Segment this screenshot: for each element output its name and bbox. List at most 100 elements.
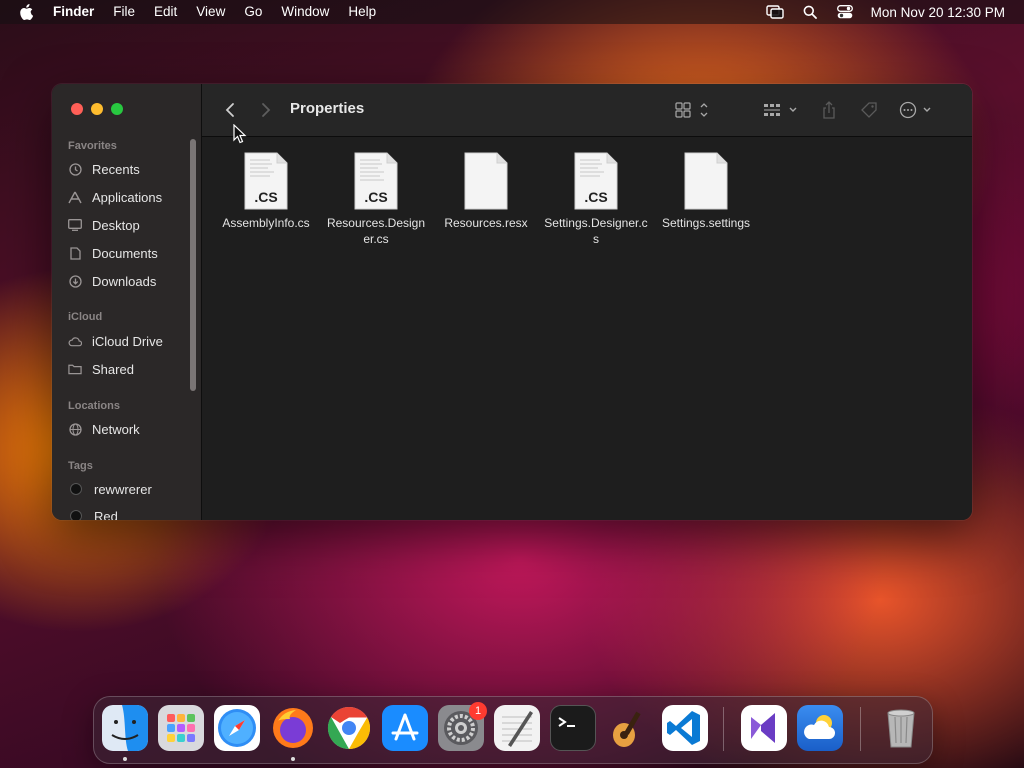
safari-icon bbox=[218, 709, 256, 747]
file-name: AssemblyInfo.cs bbox=[222, 216, 310, 230]
vscode-icon bbox=[667, 711, 700, 745]
dock-launchpad[interactable] bbox=[158, 705, 204, 751]
file-item[interactable]: .CS Settings.Designer.cs bbox=[544, 152, 648, 247]
sidebar-item-shared[interactable]: Shared bbox=[68, 358, 188, 380]
sidebar-item-documents[interactable]: Documents bbox=[68, 242, 188, 264]
menu-edit[interactable]: Edit bbox=[154, 0, 177, 24]
sidebar-item-label: Downloads bbox=[92, 273, 157, 289]
sidebar-item-downloads[interactable]: Downloads bbox=[68, 270, 188, 292]
menu-help[interactable]: Help bbox=[348, 0, 376, 24]
sidebar-item-label: Recents bbox=[92, 161, 140, 177]
dock-visual-studio[interactable] bbox=[741, 705, 787, 751]
clock-icon bbox=[68, 162, 82, 176]
globe-icon bbox=[68, 422, 82, 436]
dock-textedit[interactable] bbox=[494, 705, 540, 751]
firefox-icon bbox=[273, 708, 313, 748]
dock-terminal[interactable] bbox=[550, 705, 596, 751]
file-extension: .CS bbox=[364, 189, 387, 205]
sidebar-scrollbar[interactable] bbox=[190, 139, 196, 391]
app-store-icon bbox=[391, 713, 419, 741]
forward-chevron-icon[interactable] bbox=[258, 100, 274, 120]
sidebar-item-label: rewwrerer bbox=[94, 481, 152, 497]
desktop-icon bbox=[68, 218, 82, 232]
menu-window[interactable]: Window bbox=[281, 0, 329, 24]
blank-file-icon bbox=[464, 152, 508, 210]
minimize-window-button[interactable] bbox=[91, 103, 103, 115]
sidebar-item-applications[interactable]: Applications bbox=[68, 186, 188, 208]
guitar-icon bbox=[613, 711, 641, 747]
sidebar-item-recents[interactable]: Recents bbox=[68, 158, 188, 180]
finder-window: Favorites Recents Applications Desktop D… bbox=[52, 84, 972, 520]
blank-file-icon bbox=[684, 152, 728, 210]
sidebar-section-icloud: iCloud bbox=[68, 311, 103, 323]
spotlight-search-icon[interactable] bbox=[801, 4, 819, 20]
sidebar-item-label: Desktop bbox=[92, 217, 140, 233]
weather-icon bbox=[804, 715, 835, 739]
chrome-icon bbox=[327, 706, 371, 750]
file-item[interactable]: Settings.settings bbox=[654, 152, 758, 231]
file-name: Settings.Designer.cs bbox=[544, 216, 648, 246]
close-window-button[interactable] bbox=[71, 103, 83, 115]
sidebar-item-desktop[interactable]: Desktop bbox=[68, 214, 188, 236]
dock-app-store[interactable] bbox=[382, 705, 428, 751]
download-icon bbox=[68, 274, 82, 288]
finder-icon bbox=[102, 705, 148, 751]
file-item[interactable]: .CS Resources.Designer.cs bbox=[324, 152, 428, 247]
menu-go[interactable]: Go bbox=[244, 0, 262, 24]
apple-icon[interactable] bbox=[19, 4, 33, 20]
launchpad-icon bbox=[167, 714, 195, 742]
dock-safari[interactable] bbox=[214, 705, 260, 751]
running-indicator bbox=[123, 757, 127, 761]
trash-icon bbox=[887, 709, 915, 748]
more-actions-icon[interactable] bbox=[899, 100, 935, 120]
document-icon bbox=[68, 246, 82, 260]
control-center-icon[interactable] bbox=[836, 4, 854, 20]
mouse-pointer-icon bbox=[233, 124, 247, 144]
sidebar-section-locations: Locations bbox=[68, 400, 120, 412]
cs-file-icon: .CS bbox=[244, 152, 288, 210]
menu-bar: Finder File Edit View Go Window Help Mon… bbox=[0, 0, 1024, 24]
tag-icon[interactable] bbox=[859, 100, 879, 120]
back-chevron-icon[interactable] bbox=[222, 100, 238, 120]
sidebar-section-tags: Tags bbox=[68, 460, 93, 472]
tag-color-dot bbox=[70, 483, 82, 495]
dock-trash[interactable] bbox=[878, 705, 924, 751]
dock-separator bbox=[723, 707, 724, 751]
visual-studio-icon bbox=[751, 713, 775, 743]
shared-folder-icon bbox=[68, 362, 82, 376]
file-item[interactable]: Resources.resx bbox=[434, 152, 538, 231]
menu-bar-clock[interactable]: Mon Nov 20 12:30 PM bbox=[871, 5, 1005, 20]
share-icon[interactable] bbox=[821, 100, 837, 120]
cloud-icon bbox=[68, 334, 82, 348]
sidebar-tag-rewwrerer[interactable]: rewwrerer bbox=[68, 478, 188, 500]
tag-color-dot bbox=[70, 510, 82, 520]
sidebar-item-network[interactable]: Network bbox=[68, 418, 188, 440]
icon-view-icon[interactable] bbox=[675, 100, 711, 120]
menu-finder[interactable]: Finder bbox=[53, 0, 94, 24]
cs-file-icon: .CS bbox=[354, 152, 398, 210]
sidebar-item-label: Applications bbox=[92, 189, 163, 205]
dock-vscode[interactable] bbox=[662, 705, 708, 751]
group-by-icon[interactable] bbox=[763, 100, 801, 120]
textedit-icon bbox=[502, 711, 533, 747]
finder-sidebar: Favorites Recents Applications Desktop D… bbox=[52, 84, 202, 520]
file-item[interactable]: .CS AssemblyInfo.cs bbox=[214, 152, 318, 231]
menu-view[interactable]: View bbox=[196, 0, 225, 24]
zoom-window-button[interactable] bbox=[111, 103, 123, 115]
sidebar-item-icloud-drive[interactable]: iCloud Drive bbox=[68, 330, 188, 352]
sidebar-tag-red[interactable]: Red bbox=[68, 505, 188, 520]
terminal-icon bbox=[558, 717, 575, 727]
file-name: Settings.settings bbox=[661, 216, 751, 230]
menu-file[interactable]: File bbox=[113, 0, 135, 24]
finder-content: Properties .CS AssemblyInfo.cs .CS Resou… bbox=[202, 84, 972, 520]
dock-garageband[interactable] bbox=[606, 705, 652, 751]
window-title: Properties bbox=[290, 100, 365, 117]
applications-icon bbox=[68, 190, 82, 204]
dock-finder[interactable] bbox=[102, 705, 148, 751]
dock-weather[interactable] bbox=[797, 705, 843, 751]
dock-chrome[interactable] bbox=[326, 705, 372, 751]
notification-badge: 1 bbox=[469, 702, 487, 720]
dock-firefox[interactable] bbox=[270, 705, 316, 751]
screen-mirroring-icon[interactable] bbox=[765, 4, 784, 20]
sidebar-item-label: Documents bbox=[92, 245, 158, 261]
